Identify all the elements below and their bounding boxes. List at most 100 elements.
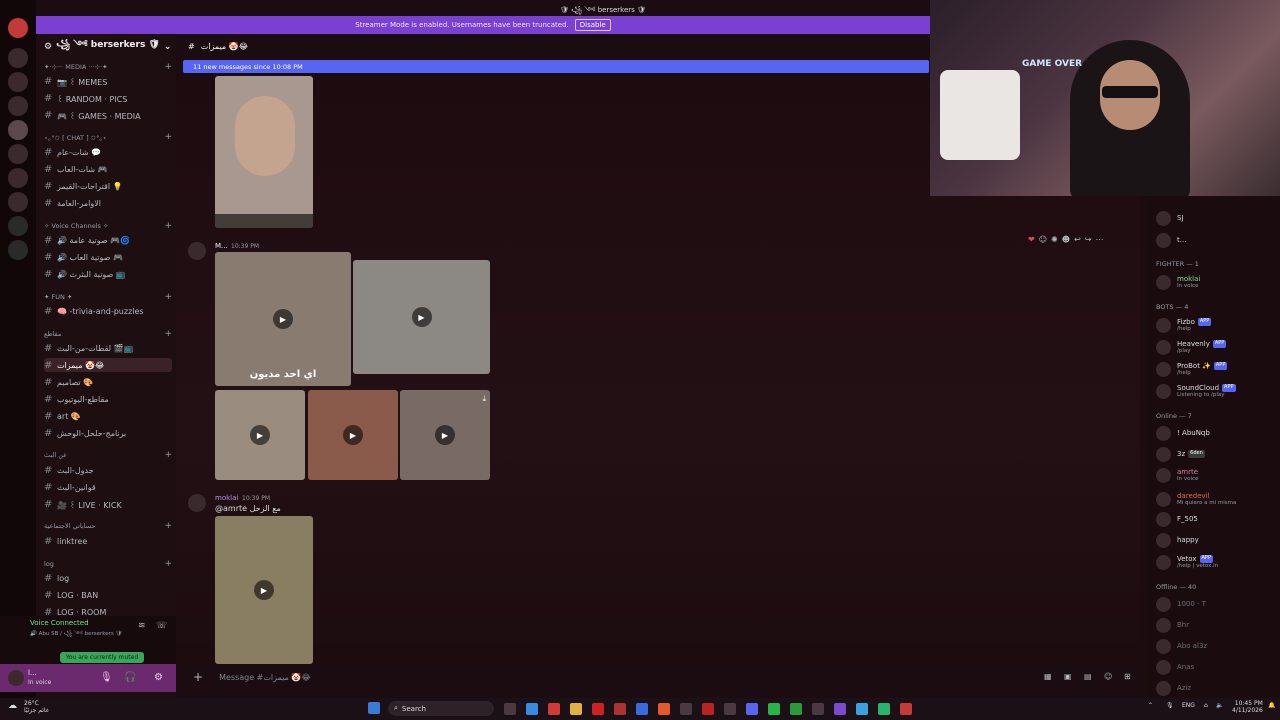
- brave-icon[interactable]: [658, 703, 670, 715]
- channel-item[interactable]: # قوانين-البث: [44, 480, 172, 494]
- headphone-icon[interactable]: 🎧: [124, 672, 136, 683]
- add-server-icon[interactable]: [8, 216, 28, 236]
- channel-item[interactable]: # شات-العاب 🎮: [44, 162, 172, 176]
- discord-home-icon[interactable]: [8, 18, 28, 38]
- channel-category[interactable]: ✧ Voice Channels ✧ +: [44, 219, 172, 233]
- channel-item[interactable]: # LOG · BAN: [44, 588, 172, 602]
- channel-item[interactable]: # مقاطع-اليوتيوب: [44, 392, 172, 406]
- channel-item[interactable]: # برنامج-حلحل-الوحش: [44, 426, 172, 440]
- voice-channel-name[interactable]: 🔊 Abu SB / ꧁ ༺ berserkers 🛡: [30, 628, 122, 643]
- gif-icon[interactable]: ▣: [1064, 672, 1072, 681]
- channel-item[interactable]: # ꒰ RANDOM · PICS: [44, 91, 172, 105]
- member-item[interactable]: Abo al3z: [1156, 637, 1207, 655]
- add-channel-icon[interactable]: +: [164, 221, 172, 231]
- disconnect-icon[interactable]: ☏: [156, 621, 167, 631]
- channel-category[interactable]: ⋆｡°✩ [ CHAT ] ✩°｡⋆ +: [44, 130, 172, 144]
- add-channel-icon[interactable]: +: [164, 292, 172, 302]
- disable-button[interactable]: Disable: [574, 19, 611, 31]
- app-icon[interactable]: [702, 703, 714, 715]
- settings-icon[interactable]: [812, 703, 824, 715]
- add-reaction-icon[interactable]: ☻: [1062, 235, 1070, 244]
- settings-gear-icon[interactable]: ⚙: [154, 672, 163, 683]
- video-attachment[interactable]: [215, 76, 313, 228]
- app-icon[interactable]: [548, 703, 560, 715]
- channel-category[interactable]: عن البث +: [44, 448, 172, 462]
- message-author[interactable]: M...: [215, 242, 228, 250]
- video-attachment[interactable]: ▶: [215, 390, 305, 480]
- edge-icon[interactable]: [526, 703, 538, 715]
- xbox-icon[interactable]: [790, 703, 802, 715]
- tray-chevron-icon[interactable]: ⌃: [1148, 702, 1153, 709]
- avatar[interactable]: [188, 494, 206, 512]
- member-item[interactable]: amrte In voice: [1156, 466, 1198, 484]
- message-composer[interactable]: + Message #ميمزات 🤡😂: [183, 666, 1143, 688]
- network-icon[interactable]: ⌂: [1204, 702, 1208, 709]
- member-item[interactable]: t...: [1156, 231, 1186, 249]
- task-view-icon[interactable]: [504, 703, 516, 715]
- taskbar-search[interactable]: ⌕ Search: [388, 701, 494, 716]
- noise-icon[interactable]: ≋: [138, 621, 146, 631]
- member-item[interactable]: daredevil Mi quiero a mi misma: [1156, 490, 1236, 508]
- video-attachment[interactable]: ▶: [215, 516, 313, 664]
- video-attachment[interactable]: اي احد مديون ▶: [215, 252, 351, 386]
- video-attachment[interactable]: ▶ ⤓: [400, 390, 490, 480]
- server-icon[interactable]: [8, 96, 28, 116]
- weather-widget[interactable]: 26°C غائم جزئيًا: [24, 700, 49, 714]
- member-item[interactable]: ProBot ✨ APP/help: [1156, 360, 1228, 378]
- channel-item[interactable]: # log: [44, 571, 172, 585]
- app-icon[interactable]: [724, 703, 736, 715]
- sticker-icon[interactable]: ▤: [1084, 672, 1092, 681]
- video-attachment[interactable]: ▶: [353, 260, 490, 374]
- channel-category[interactable]: حساباتي الاجتماعية +: [44, 519, 172, 533]
- channel-item[interactable]: # 🧠 -trivia-and-puzzles: [44, 304, 172, 318]
- reply-icon[interactable]: ↩: [1074, 235, 1081, 244]
- more-icon[interactable]: ⋯: [1096, 235, 1104, 244]
- channel-item[interactable]: # art 🎨: [44, 409, 172, 423]
- server-icon[interactable]: [8, 48, 28, 68]
- member-item[interactable]: 3z 6den: [1156, 445, 1205, 463]
- message-input[interactable]: Message #ميمزات 🤡😂: [219, 673, 311, 682]
- heart-reaction-icon[interactable]: ❤: [1028, 235, 1035, 244]
- add-channel-icon[interactable]: +: [164, 450, 172, 460]
- member-item[interactable]: Vetox APP/help | vetox.in: [1156, 553, 1218, 571]
- play-icon[interactable]: ▶: [273, 309, 293, 329]
- channel-item[interactable]: # تصاميم 🎨: [44, 375, 172, 389]
- app-icon[interactable]: [680, 703, 692, 715]
- whatsapp-icon[interactable]: [768, 703, 780, 715]
- notification-icon[interactable]: 🔔: [1268, 702, 1275, 709]
- member-item[interactable]: ! AbuNqb: [1156, 424, 1210, 442]
- channel-item[interactable]: # شات-عام 💬: [44, 145, 172, 159]
- member-item[interactable]: 1000 - T: [1156, 595, 1206, 613]
- forward-icon[interactable]: ↪: [1085, 235, 1092, 244]
- app-icon[interactable]: [878, 703, 890, 715]
- member-item[interactable]: Heavenly APP/play: [1156, 338, 1227, 356]
- app-icon[interactable]: [900, 703, 912, 715]
- add-channel-icon[interactable]: +: [164, 521, 172, 531]
- windows-start-icon[interactable]: [368, 702, 380, 714]
- language-indicator[interactable]: ENG: [1182, 702, 1195, 709]
- new-messages-bar[interactable]: 11 new messages since 10:08 PM: [183, 60, 929, 73]
- channel-category[interactable]: ✦·⊹··· MEDIA ···⊹·✦ +: [44, 60, 172, 74]
- play-icon[interactable]: ▶: [254, 580, 274, 600]
- member-item[interactable]: Anas: [1156, 658, 1194, 676]
- server-icon[interactable]: [8, 120, 28, 140]
- smile-reaction-icon[interactable]: ☺: [1039, 235, 1047, 244]
- weather-icon[interactable]: ☁: [8, 701, 17, 711]
- download-icon[interactable]: ⤓: [482, 394, 486, 404]
- member-item[interactable]: F_505: [1156, 510, 1198, 528]
- add-channel-icon[interactable]: +: [164, 132, 172, 142]
- file-explorer-icon[interactable]: [570, 703, 582, 715]
- mic-muted-icon[interactable]: 🎙: [100, 672, 113, 683]
- add-channel-icon[interactable]: +: [164, 62, 172, 72]
- message-author[interactable]: moklai: [215, 494, 238, 502]
- channel-item[interactable]: # 🔊 صوتية البثرث 📺: [44, 267, 172, 281]
- apps-icon[interactable]: ⊞: [1124, 672, 1131, 681]
- system-clock[interactable]: 10:45 PM 4/11/2026: [1232, 700, 1263, 714]
- server-header[interactable]: ⚙ ꧁ ༺ berserkers 🛡 ⌄: [36, 38, 176, 56]
- member-item[interactable]: SoundCloud APP Listening to /play: [1156, 382, 1236, 400]
- channel-item[interactable]: # جدول-البث: [44, 463, 172, 477]
- channel-category[interactable]: ✦ FUN ✦ +: [44, 290, 172, 304]
- member-item[interactable]: SJ: [1156, 209, 1184, 227]
- add-channel-icon[interactable]: +: [164, 559, 172, 569]
- server-icon[interactable]: [8, 168, 28, 188]
